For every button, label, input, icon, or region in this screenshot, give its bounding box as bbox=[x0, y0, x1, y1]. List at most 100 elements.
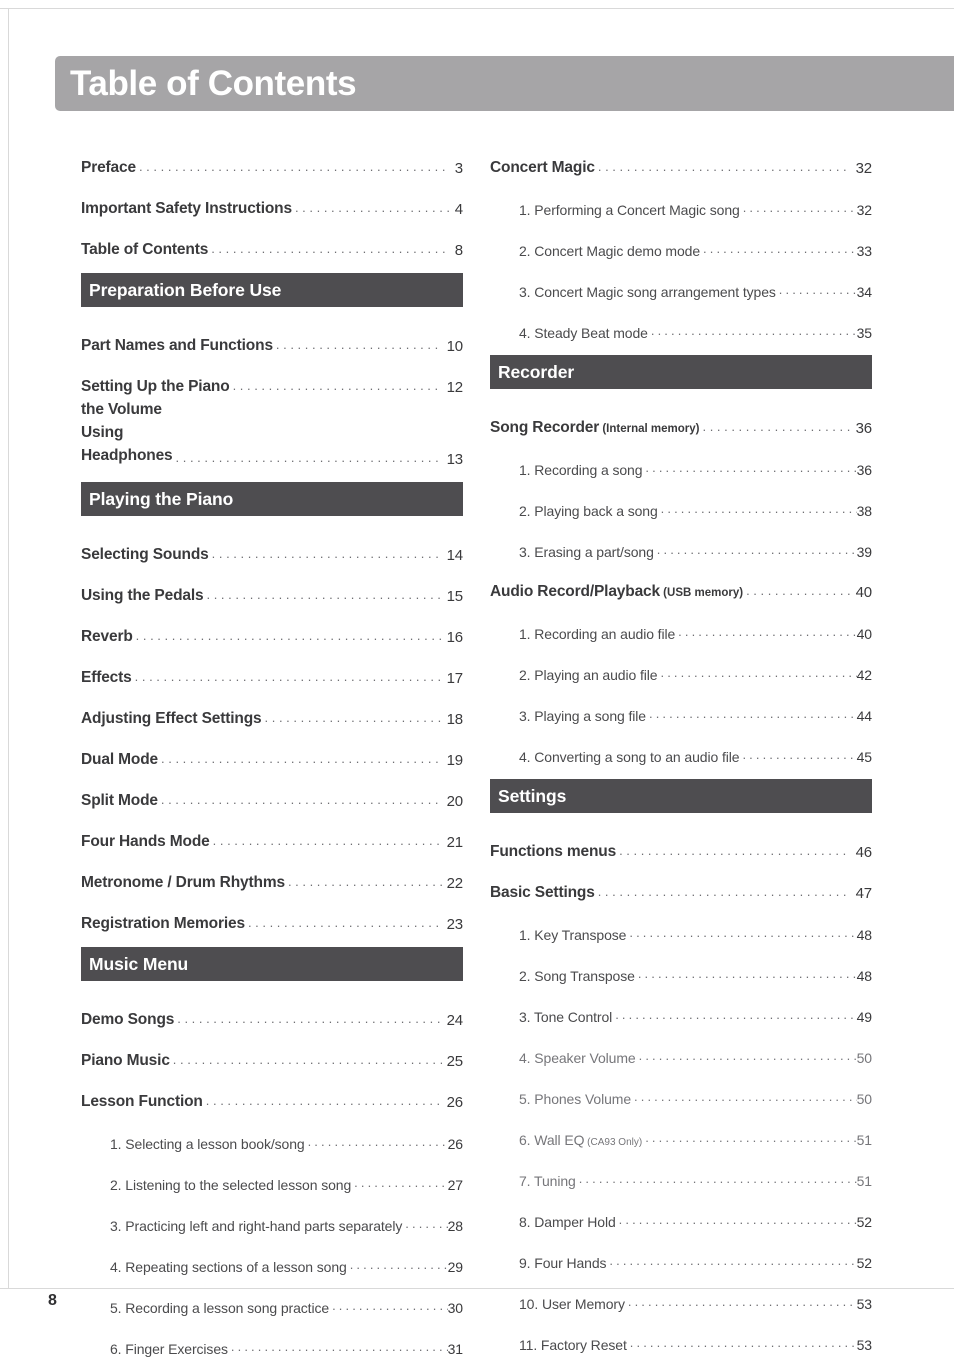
toc-leader-dots: ........................................… bbox=[660, 501, 857, 517]
toc-entry[interactable]: Important Safety Instructions...........… bbox=[81, 177, 463, 218]
toc-leader-dots: ........................................… bbox=[629, 925, 857, 941]
toc-entry[interactable]: Table of Contents.......................… bbox=[81, 218, 463, 259]
toc-subentry[interactable]: 7. Tuning...............................… bbox=[490, 1148, 872, 1189]
toc-subentry[interactable]: 3. Tone Control.........................… bbox=[490, 984, 872, 1025]
toc-leader-dots: ........................................… bbox=[656, 542, 857, 558]
toc-column-right: Concert Magic...........................… bbox=[490, 136, 872, 1353]
toc-entry[interactable]: Basic Settings..........................… bbox=[490, 861, 872, 902]
toc-entry-page-number: 15 bbox=[446, 587, 463, 605]
toc-entry-label: 4. Converting a song to an audio file bbox=[519, 748, 740, 765]
toc-leader-dots: ........................................… bbox=[172, 1052, 442, 1068]
toc-entry[interactable]: Demo Songs..............................… bbox=[81, 988, 463, 1029]
toc-entry[interactable]: Setting Up the Piano....................… bbox=[81, 355, 463, 396]
section-header-bar: Recorder bbox=[490, 355, 872, 389]
toc-entry-page-number: 53 bbox=[856, 1336, 872, 1353]
toc-subentry[interactable]: 4. Repeating sections of a lesson song..… bbox=[81, 1234, 463, 1275]
toc-entry-label: Metronome / Drum Rhythms bbox=[81, 874, 285, 892]
toc-subentry[interactable]: 4. Converting a song to an audio file...… bbox=[490, 724, 872, 765]
toc-entry-page-number: 36 bbox=[856, 461, 872, 478]
toc-subentry[interactable]: 8. Damper Hold..........................… bbox=[490, 1189, 872, 1230]
toc-entry-page-number: 14 bbox=[446, 546, 463, 564]
toc-entry-label: Registration Memories bbox=[81, 915, 245, 933]
toc-entry[interactable]: Registration Memories...................… bbox=[81, 892, 463, 933]
toc-subentry[interactable]: 9. Four Hands...........................… bbox=[490, 1230, 872, 1271]
toc-leader-dots: ........................................… bbox=[264, 710, 442, 726]
toc-entry[interactable]: Audio Record/Playback (USB memory)......… bbox=[490, 560, 872, 601]
toc-entry[interactable]: Selecting Sounds........................… bbox=[81, 523, 463, 564]
toc-entry-page-number: 12 bbox=[446, 378, 463, 396]
toc-subentry[interactable]: 1. Selecting a lesson book/song.........… bbox=[81, 1111, 463, 1152]
toc-entry-page-number: 27 bbox=[447, 1176, 463, 1193]
toc-subentry[interactable]: 5. Phones Volume........................… bbox=[490, 1066, 872, 1107]
toc-leader-dots: ........................................… bbox=[354, 1175, 448, 1191]
toc-entry[interactable]: Adjusting Effect Settings...............… bbox=[81, 687, 463, 728]
toc-entry[interactable]: Effects.................................… bbox=[81, 646, 463, 687]
toc-subentry[interactable]: 6. Finger Exercises.....................… bbox=[81, 1316, 463, 1357]
toc-subentry[interactable]: 3. Erasing a part/song..................… bbox=[490, 519, 872, 560]
toc-leader-dots: ........................................… bbox=[287, 874, 442, 890]
toc-entry-label: 9. Four Hands bbox=[519, 1254, 607, 1271]
toc-entry-label: Concert Magic bbox=[490, 159, 595, 177]
toc-entry[interactable]: Part Names and Functions................… bbox=[81, 314, 463, 355]
toc-leader-dots: ........................................… bbox=[232, 378, 442, 394]
toc-subentry[interactable]: 2. Playing an audio file................… bbox=[490, 642, 872, 683]
toc-subentry[interactable]: 4. Speaker Volume.......................… bbox=[490, 1025, 872, 1066]
section-header-label: Preparation Before Use bbox=[89, 279, 282, 300]
toc-entry[interactable]: Reverb..................................… bbox=[81, 605, 463, 646]
toc-entry-page-number: 45 bbox=[856, 748, 872, 765]
toc-subentry[interactable]: 1. Key Transpose........................… bbox=[490, 902, 872, 943]
toc-leader-dots: ........................................… bbox=[135, 628, 442, 644]
toc-entry[interactable]: Functions menus.........................… bbox=[490, 820, 872, 861]
toc-subentry[interactable]: 1. Recording a song.....................… bbox=[490, 437, 872, 478]
toc-leader-dots: ........................................… bbox=[138, 159, 450, 175]
toc-subentry[interactable]: 6. Wall EQ (CA93 Only)..................… bbox=[490, 1107, 872, 1148]
toc-subentry[interactable]: 2. Song Transpose.......................… bbox=[490, 943, 872, 984]
toc-subentry[interactable]: 5. Recording a lesson song practice.....… bbox=[81, 1275, 463, 1316]
toc-subentry[interactable]: 2. Concert Magic demo mode..............… bbox=[490, 218, 872, 259]
toc-entry-page-number: 32 bbox=[855, 159, 872, 177]
toc-subentry[interactable]: 4. Steady Beat mode.....................… bbox=[490, 300, 872, 341]
section-header-bar: Preparation Before Use bbox=[81, 273, 463, 307]
toc-entry-label: Reverb bbox=[81, 628, 133, 646]
toc-subentry[interactable]: 10. User Memory.........................… bbox=[490, 1271, 872, 1312]
toc-leader-dots: ........................................… bbox=[645, 1130, 857, 1146]
page-border-top bbox=[0, 8, 954, 9]
toc-leader-dots: ........................................… bbox=[615, 1007, 857, 1023]
toc-subentry[interactable]: 3. Playing a song file..................… bbox=[490, 683, 872, 724]
toc-subentry[interactable]: 3. Concert Magic song arrangement types.… bbox=[490, 259, 872, 300]
toc-entry[interactable]: Split Mode..............................… bbox=[81, 769, 463, 810]
toc-entry-label: 5. Recording a lesson song practice bbox=[110, 1299, 330, 1316]
toc-subentry[interactable]: 2. Listening to the selected lesson song… bbox=[81, 1152, 463, 1193]
toc-entry-page-number: 48 bbox=[856, 967, 872, 984]
toc-subentry[interactable]: 1. Recording an audio file..............… bbox=[490, 601, 872, 642]
toc-entry[interactable]: Piano Music.............................… bbox=[81, 1029, 463, 1070]
toc-entry[interactable]: Preface.................................… bbox=[81, 136, 463, 177]
toc-entry-page-number: 36 bbox=[855, 419, 872, 437]
section-header-bar: Settings bbox=[490, 779, 872, 813]
toc-entry[interactable]: Lesson Function.........................… bbox=[81, 1070, 463, 1111]
toc-entry[interactable]: Dual Mode...............................… bbox=[81, 728, 463, 769]
toc-entry-label: Important Safety Instructions bbox=[81, 200, 292, 218]
toc-entry[interactable]: Metronome / Drum Rhythms................… bbox=[81, 851, 463, 892]
toc-entry[interactable]: Four Hands Mode.........................… bbox=[81, 810, 463, 851]
toc-subentry[interactable]: 2. Playing back a song..................… bbox=[490, 478, 872, 519]
section-header-label: Music Menu bbox=[89, 953, 189, 974]
section-header-bar: Music Menu bbox=[81, 947, 463, 981]
toc-leader-dots: ........................................… bbox=[678, 624, 856, 640]
toc-entry-label: Adjusting Effect Settings bbox=[81, 710, 262, 728]
toc-leader-dots: ........................................… bbox=[247, 915, 442, 931]
toc-entry-label: 3. Practicing left and right-hand parts … bbox=[110, 1217, 403, 1234]
toc-entry[interactable]: Adjusting the VolumeUsing Headphones....… bbox=[81, 396, 463, 468]
toc-entry[interactable]: Song Recorder (Internal memory).........… bbox=[490, 396, 872, 437]
toc-entry-page-number: 3 bbox=[454, 159, 463, 177]
toc-entry-page-number: 4 bbox=[454, 200, 463, 218]
toc-subentry[interactable]: 11. Factory Reset.......................… bbox=[490, 1312, 872, 1353]
toc-subentry[interactable]: 3. Practicing left and right-hand parts … bbox=[81, 1193, 463, 1234]
toc-entry[interactable]: Using the Pedals........................… bbox=[81, 564, 463, 605]
toc-entry-note: (USB memory) bbox=[659, 587, 744, 600]
toc-entry-label: 2. Concert Magic demo mode bbox=[519, 242, 701, 259]
toc-entry[interactable]: Concert Magic...........................… bbox=[490, 136, 872, 177]
section-header-label: Playing the Piano bbox=[89, 488, 234, 509]
toc-leader-dots: ........................................… bbox=[597, 159, 851, 175]
toc-subentry[interactable]: 1. Performing a Concert Magic song......… bbox=[490, 177, 872, 218]
